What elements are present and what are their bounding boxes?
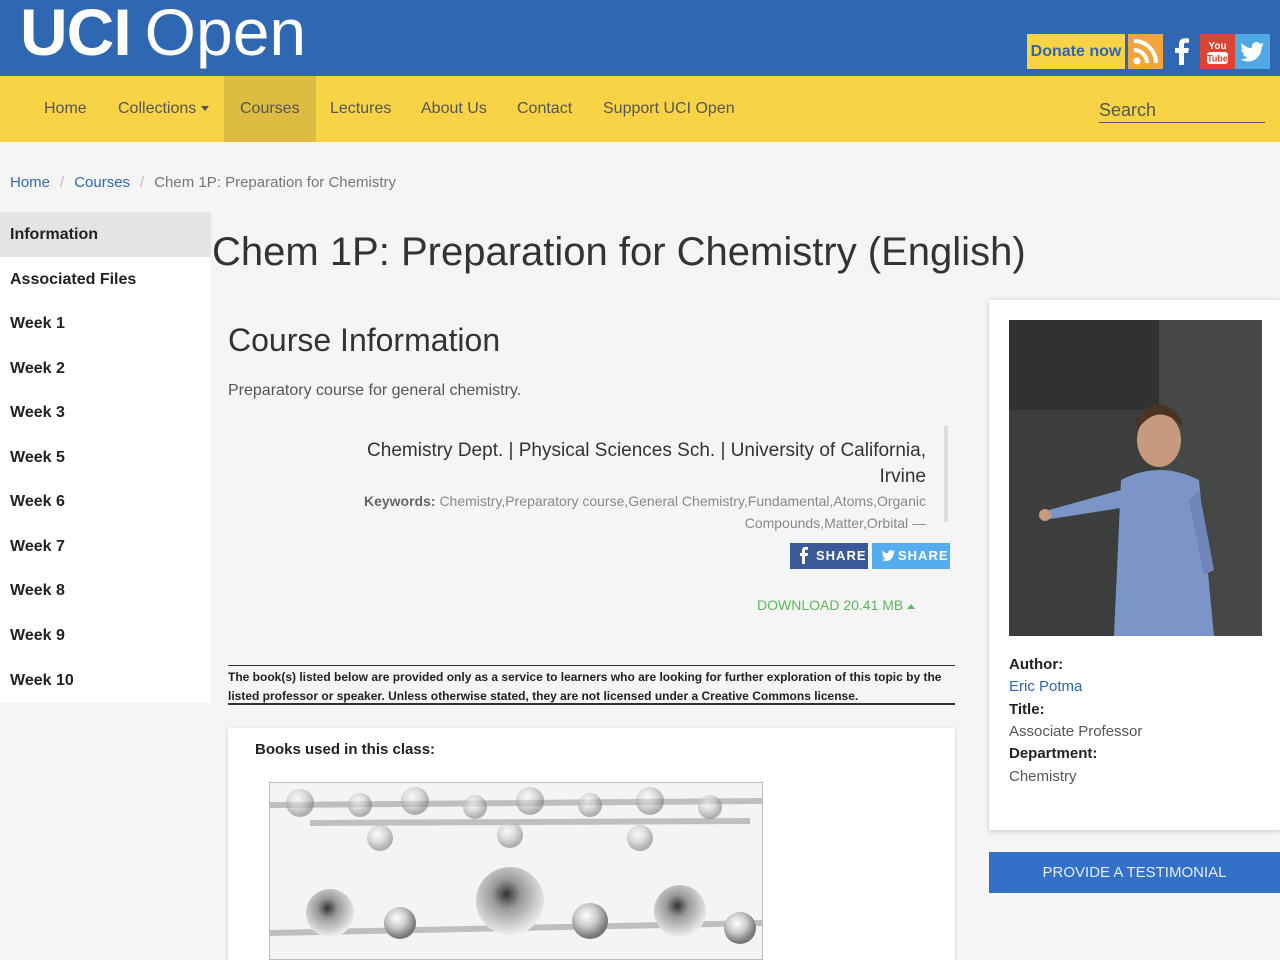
breadcrumb-current: Chem 1P: Preparation for Chemistry bbox=[154, 174, 396, 191]
youtube-text-tube: Tube bbox=[1207, 54, 1228, 64]
facebook-share-label: SHARE bbox=[816, 548, 867, 563]
sidebar-item-week-2[interactable]: Week 2 bbox=[0, 346, 211, 391]
institution-block: Chemistry Dept. | Physical Sciences Sch.… bbox=[320, 426, 948, 531]
sidebar-item-associated-files[interactable]: Associated Files bbox=[0, 257, 211, 302]
sidebar-item-week-8[interactable]: Week 8 bbox=[0, 568, 211, 613]
department-label: Department: bbox=[1009, 745, 1098, 762]
department-line: Chemistry Dept. | Physical Sciences Sch.… bbox=[367, 440, 926, 487]
keywords-label: Keywords: bbox=[363, 493, 436, 509]
breadcrumb: Home / Courses / Chem 1P: Preparation for Ch… bbox=[10, 174, 396, 191]
site-header: UCI Open Donate now You Tube bbox=[0, 0, 1280, 76]
nav-collections[interactable]: Collections bbox=[118, 76, 210, 142]
nav-support[interactable]: Support UCI Open bbox=[603, 76, 735, 142]
twitter-share-label: SHARE bbox=[898, 548, 949, 563]
youtube-icon[interactable]: You Tube bbox=[1200, 34, 1235, 69]
donate-button[interactable]: Donate now bbox=[1027, 34, 1125, 69]
main-nav: Home Collections Courses Lectures About … bbox=[0, 76, 1280, 142]
twitter-share-button[interactable]: SHARE bbox=[872, 543, 950, 569]
nav-contact[interactable]: Contact bbox=[517, 76, 572, 142]
sidebar-item-week-3[interactable]: Week 3 bbox=[0, 390, 211, 435]
title-value: Associate Professor bbox=[1009, 723, 1143, 740]
nav-home[interactable]: Home bbox=[44, 76, 87, 142]
sidebar-item-week-1[interactable]: Week 1 bbox=[0, 301, 211, 346]
uci-open-logo[interactable]: UCI Open bbox=[20, 0, 306, 72]
logo-uci-text: UCI bbox=[20, 0, 132, 69]
breadcrumb-separator: / bbox=[140, 174, 145, 191]
search-input[interactable]: Search bbox=[1099, 98, 1265, 123]
facebook-share-button[interactable]: SHARE bbox=[790, 543, 868, 569]
facebook-icon[interactable] bbox=[1164, 34, 1199, 69]
breadcrumb-separator: / bbox=[60, 174, 65, 191]
author-label: Author: bbox=[1009, 656, 1064, 673]
nav-courses[interactable]: Courses bbox=[224, 76, 316, 142]
sidebar-item-week-10[interactable]: Week 10 bbox=[0, 658, 211, 703]
author-card: Author: Eric Potma Title: Associate Prof… bbox=[989, 300, 1280, 830]
author-photo bbox=[1009, 320, 1262, 636]
section-title: Course Information bbox=[228, 322, 501, 358]
youtube-text-you: You bbox=[1208, 41, 1226, 52]
logo-open-text: Open bbox=[144, 0, 307, 69]
page-title: Chem 1P: Preparation for Chemistry (Engl… bbox=[212, 230, 1026, 274]
rss-icon[interactable] bbox=[1128, 34, 1163, 69]
nav-lectures[interactable]: Lectures bbox=[330, 76, 391, 142]
books-title: Books used in this class: bbox=[255, 741, 436, 758]
download-label: DOWNLOAD 20.41 MB bbox=[757, 597, 904, 613]
books-card: Books used in this class: bbox=[228, 728, 955, 960]
keywords-line-1: Chemistry,Preparatory course,General Che… bbox=[439, 493, 926, 509]
facebook-icon bbox=[798, 543, 810, 578]
nav-collections-label: Collections bbox=[118, 100, 197, 117]
keywords-line-2: Compounds,Matter,Orbital — bbox=[744, 515, 926, 531]
sidebar-item-information[interactable]: Information bbox=[0, 212, 211, 257]
course-sidebar: Information Associated Files Week 1 Week… bbox=[0, 212, 211, 703]
course-description: Preparatory course for general chemistry… bbox=[228, 382, 522, 399]
author-name-link[interactable]: Eric Potma bbox=[1009, 678, 1082, 695]
twitter-icon[interactable] bbox=[1235, 34, 1270, 69]
sidebar-item-week-9[interactable]: Week 9 bbox=[0, 613, 211, 658]
chevron-down-icon bbox=[201, 106, 210, 112]
keywords: Keywords: Chemistry,Preparatory course,G… bbox=[320, 490, 926, 512]
title-label: Title: bbox=[1009, 701, 1045, 718]
sidebar-item-week-6[interactable]: Week 6 bbox=[0, 479, 211, 524]
sidebar-item-week-7[interactable]: Week 7 bbox=[0, 524, 211, 569]
provide-testimonial-button[interactable]: PROVIDE A TESTIMONIAL bbox=[989, 852, 1280, 893]
books-disclaimer: The book(s) listed below are provided on… bbox=[228, 665, 955, 705]
twitter-icon bbox=[880, 543, 896, 578]
breadcrumb-home[interactable]: Home bbox=[10, 174, 50, 191]
breadcrumb-courses[interactable]: Courses bbox=[74, 174, 130, 191]
nav-about-us[interactable]: About Us bbox=[421, 76, 487, 142]
department-value: Chemistry bbox=[1009, 768, 1077, 785]
book-cover-image[interactable] bbox=[269, 782, 763, 960]
caret-up-icon bbox=[907, 603, 916, 609]
sidebar-item-week-5[interactable]: Week 5 bbox=[0, 435, 211, 480]
download-button[interactable]: DOWNLOAD 20.41 MB bbox=[757, 597, 916, 613]
